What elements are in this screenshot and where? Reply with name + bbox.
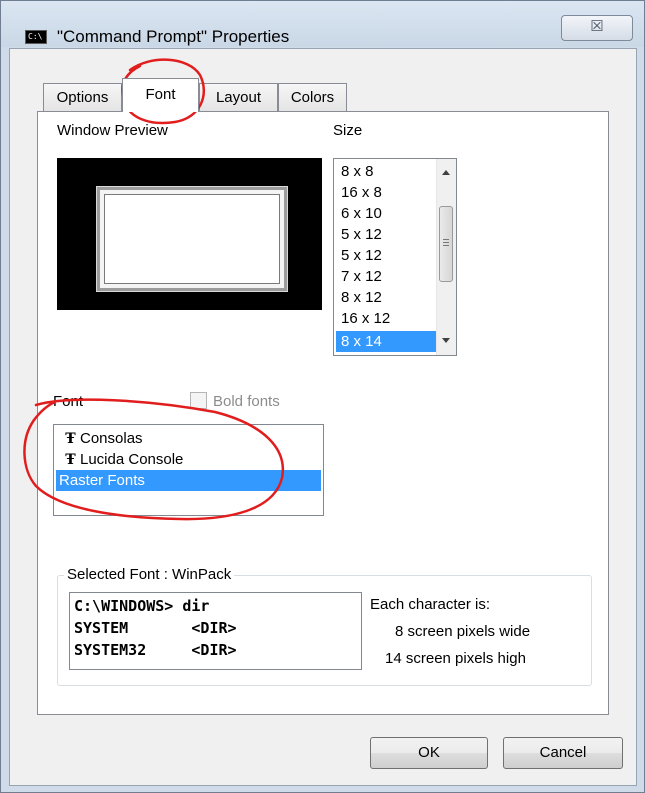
ok-button[interactable]: OK <box>370 737 488 769</box>
size-label: Size <box>333 122 363 139</box>
window-preview-label: Window Preview <box>57 122 168 139</box>
font-option[interactable]: Ŧ Lucida Console <box>56 449 321 470</box>
size-option[interactable]: 16 x 8 <box>336 182 436 203</box>
cancel-button[interactable]: Cancel <box>503 737 623 769</box>
window-preview <box>57 158 322 310</box>
tab-font[interactable]: Font <box>122 78 199 112</box>
close-icon: ☒ <box>590 18 604 35</box>
tab-colors[interactable]: Colors <box>278 83 347 111</box>
font-option[interactable]: Ŧ Consolas <box>56 428 321 449</box>
size-option[interactable]: 5 x 12 <box>336 245 436 266</box>
size-option[interactable]: 7 x 12 <box>336 266 436 287</box>
size-option[interactable]: 8 x 12 <box>336 287 436 308</box>
char-height-text: 14 screen pixels high <box>385 650 526 667</box>
font-sample-box: C:\WINDOWS> dir SYSTEM <DIR> SYSTEM32 <D… <box>69 592 362 670</box>
font-option-label: Consolas <box>80 430 143 447</box>
window-title: "Command Prompt" Properties <box>57 27 290 46</box>
font-listbox[interactable]: Ŧ Consolas Ŧ Lucida Console Raster Fonts <box>53 424 324 516</box>
size-option[interactable]: 16 x 12 <box>336 308 436 329</box>
scroll-down-arrow-icon[interactable] <box>442 338 450 343</box>
scroll-up-arrow-icon[interactable] <box>442 170 450 175</box>
size-option[interactable]: 6 x 10 <box>336 203 436 224</box>
sample-line: SYSTEM <DIR> <box>74 619 237 637</box>
size-option[interactable]: 8 x 8 <box>336 161 436 182</box>
sample-line: C:\WINDOWS> dir <box>74 597 210 615</box>
size-option[interactable]: 5 x 12 <box>336 224 436 245</box>
tab-layout[interactable]: Layout <box>199 83 278 111</box>
close-button[interactable]: ☒ <box>561 15 633 41</box>
tab-options[interactable]: Options <box>43 83 122 111</box>
font-option-selected[interactable]: Raster Fonts <box>56 470 321 491</box>
scroll-thumb[interactable] <box>439 206 453 282</box>
sample-line: SYSTEM32 <DIR> <box>74 641 237 659</box>
title-bar[interactable]: C:\ "Command Prompt" Properties ☒ <box>1 1 644 47</box>
font-option-label: Lucida Console <box>80 451 184 468</box>
bold-fonts-label: Bold fonts <box>213 393 280 410</box>
font-label: Font <box>53 393 84 410</box>
command-prompt-icon[interactable]: C:\ <box>25 30 47 44</box>
truetype-icon: Ŧ <box>65 431 76 447</box>
char-width-text: 8 screen pixels wide <box>395 623 531 640</box>
preview-window-frame <box>96 186 288 292</box>
size-scrollbar[interactable] <box>436 159 456 355</box>
size-option-selected[interactable]: 8 x 14 <box>336 331 436 352</box>
selected-font-title: Selected Font : WinPack <box>64 566 235 583</box>
bold-fonts-checkbox[interactable] <box>190 392 207 409</box>
char-info-title: Each character is: <box>370 596 491 613</box>
size-listbox[interactable]: 8 x 8 16 x 8 6 x 10 5 x 12 5 x 12 7 x 12… <box>333 158 457 356</box>
truetype-icon: Ŧ <box>65 452 76 468</box>
